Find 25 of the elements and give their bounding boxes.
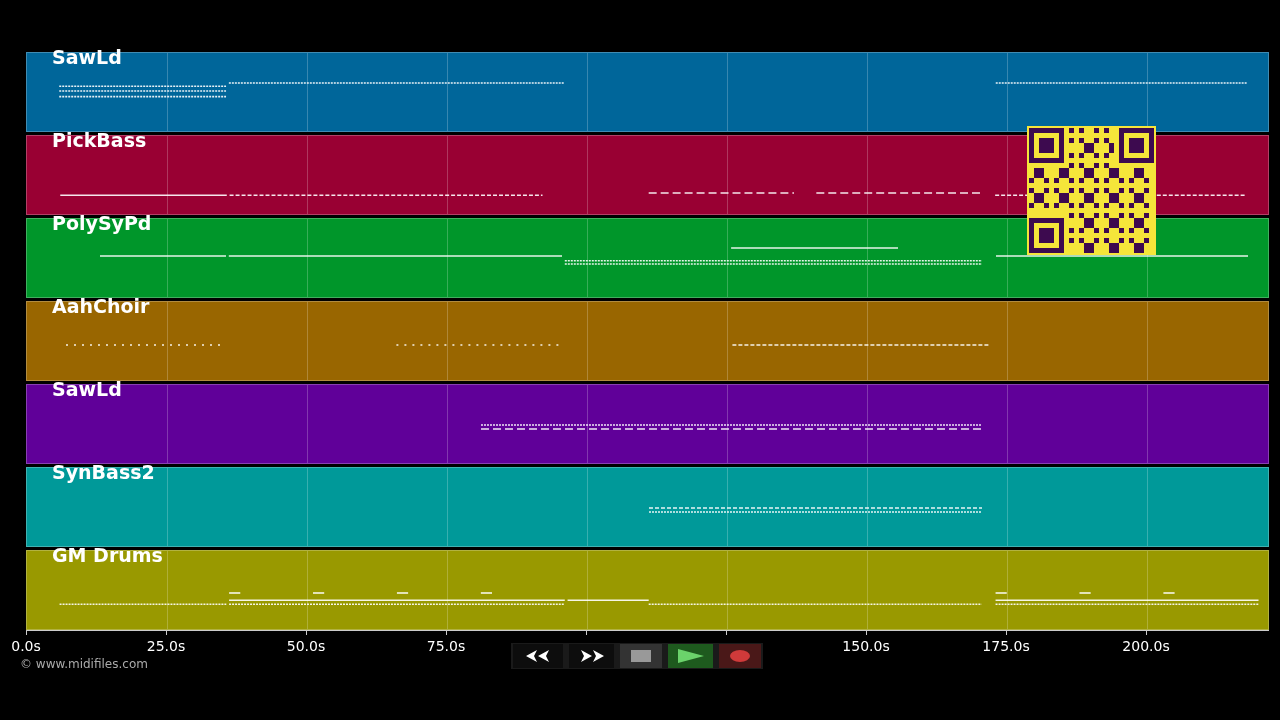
track-name: SynBass2 <box>52 460 155 484</box>
track-name: SawLd <box>52 45 122 69</box>
rewind-button[interactable] <box>513 644 563 668</box>
track-name: AahChoir <box>52 294 150 318</box>
track-name: SawLd <box>52 377 122 401</box>
fast-forward-button[interactable] <box>569 644 614 668</box>
time-label: 75.0s <box>426 638 466 654</box>
stop-icon <box>631 650 651 662</box>
time-label: 25.0s <box>146 638 186 654</box>
credit-text: © www.midifiles.com <box>20 657 148 671</box>
fast-forward-icon <box>578 649 605 663</box>
time-label: 200.0s <box>1122 638 1170 654</box>
track-name: PickBass <box>52 128 147 152</box>
record-button[interactable] <box>719 644 761 668</box>
record-icon <box>730 650 750 662</box>
time-label: 50.0s <box>286 638 326 654</box>
track-name: GM Drums <box>52 543 163 567</box>
time-label: 0.0s <box>11 638 41 654</box>
time-label: 150.0s <box>842 638 890 654</box>
rewind-icon <box>525 649 551 663</box>
play-icon <box>677 649 704 663</box>
play-button[interactable] <box>668 644 713 668</box>
time-label: 175.0s <box>982 638 1030 654</box>
track-name: PolySyPd <box>52 211 152 235</box>
stop-button[interactable] <box>620 644 662 668</box>
